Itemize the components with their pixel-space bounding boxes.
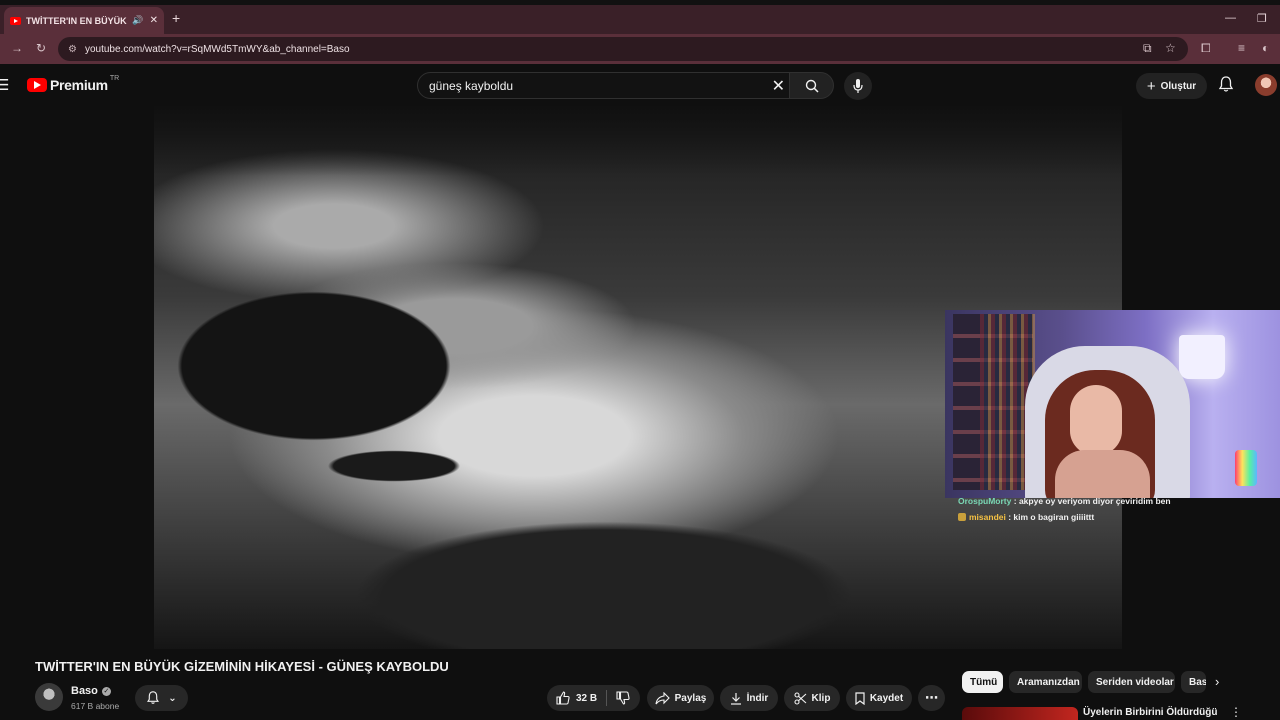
site-settings-icon[interactable]: ⚙ bbox=[68, 44, 77, 55]
subscriber-count: 617 B abone bbox=[71, 701, 120, 711]
restore-icon[interactable]: ❐ bbox=[1257, 12, 1267, 25]
browser-toolbar: → ↻ ⚙ youtube.com/watch?v=rSqMWd5TmWY&ab… bbox=[0, 34, 1280, 64]
thumbs-down-icon bbox=[616, 691, 630, 705]
browser-tab-strip: TWİTTER'IN EN BÜYÜK GİZEMİNİN HİKAYESİ -… bbox=[0, 5, 1280, 34]
webcam-overlay bbox=[945, 310, 1280, 498]
reading-list-icon[interactable]: ≡ bbox=[1238, 41, 1245, 55]
tab-title: TWİTTER'IN EN BÜYÜK GİZEMİNİN HİKAYESİ -… bbox=[26, 15, 128, 26]
channel-avatar[interactable] bbox=[35, 683, 63, 711]
bookmark-icon bbox=[855, 691, 865, 705]
channel-name-text: Baso bbox=[71, 685, 98, 697]
verified-check-icon: ✓ bbox=[101, 686, 111, 696]
chip-all[interactable]: Tümü bbox=[962, 671, 1003, 693]
share-label: Paylaş bbox=[674, 692, 707, 704]
chip-label: Aramanızdan bbox=[1017, 676, 1080, 688]
channel-name[interactable]: Baso ✓ bbox=[71, 685, 111, 697]
more-horizontal-icon: ⋯ bbox=[925, 690, 938, 705]
chip-label: Baso bbox=[1189, 676, 1206, 688]
search-query: güneş kayboldu bbox=[429, 78, 514, 93]
install-app-icon[interactable]: ⧉ bbox=[1143, 41, 1152, 56]
close-tab-icon[interactable]: ✕ bbox=[150, 15, 158, 26]
stream-chat: OrospuMorty : akpye oy veriyom diyor çev… bbox=[958, 493, 1178, 525]
clip-label: Klip bbox=[811, 692, 831, 704]
chat-username: misandei bbox=[969, 512, 1006, 522]
like-dislike-group: 32 B bbox=[547, 685, 640, 711]
video-title: TWİTTER'IN EN BÜYÜK GİZEMİNİN HİKAYESİ -… bbox=[35, 659, 449, 674]
youtube-play-icon bbox=[27, 78, 47, 92]
youtube-favicon-icon bbox=[10, 16, 21, 25]
streamer-body bbox=[1055, 450, 1150, 498]
thumbs-up-icon bbox=[556, 691, 570, 705]
microphone-icon bbox=[853, 79, 863, 93]
share-icon bbox=[655, 691, 670, 704]
download-button[interactable]: İndir bbox=[720, 685, 778, 711]
scissors-icon bbox=[793, 691, 806, 705]
browser-tab-active[interactable]: TWİTTER'IN EN BÜYÜK GİZEMİNİN HİKAYESİ -… bbox=[4, 7, 164, 34]
recommendation-thumbnail[interactable] bbox=[962, 707, 1078, 720]
logo-text: Premium bbox=[50, 77, 108, 93]
streamer-face bbox=[1070, 385, 1122, 455]
menu-icon[interactable]: ☰ bbox=[0, 76, 9, 94]
chevron-down-icon: ⌄ bbox=[168, 692, 177, 704]
address-bar[interactable]: ⚙ youtube.com/watch?v=rSqMWd5TmWY&ab_cha… bbox=[58, 37, 1188, 61]
create-label: Oluştur bbox=[1160, 80, 1197, 92]
lamp bbox=[1179, 335, 1225, 379]
clip-button[interactable]: Klip bbox=[784, 685, 840, 711]
extensions-icon[interactable]: ⧠ bbox=[1201, 41, 1211, 56]
subscription-notifications-button[interactable]: ⌄ bbox=[135, 685, 188, 711]
create-button[interactable]: + Oluştur bbox=[1136, 73, 1207, 99]
minimize-icon[interactable]: — bbox=[1225, 12, 1236, 24]
search-input[interactable]: güneş kayboldu ✕ bbox=[417, 72, 790, 99]
new-tab-icon[interactable]: + bbox=[172, 10, 180, 26]
save-button[interactable]: Kaydet bbox=[846, 685, 912, 711]
search-icon bbox=[805, 79, 819, 93]
plus-icon: + bbox=[1146, 77, 1156, 95]
search-button[interactable] bbox=[789, 72, 834, 99]
rgb-light bbox=[1235, 450, 1257, 486]
bell-icon bbox=[147, 691, 160, 704]
save-label: Kaydet bbox=[869, 692, 904, 704]
chip-from-search[interactable]: Aramanızdan bbox=[1009, 671, 1082, 693]
more-vertical-icon[interactable]: ⋮ bbox=[1230, 705, 1242, 719]
voice-search-button[interactable] bbox=[844, 72, 872, 100]
chat-message: misandei : kim o bagiran giiiittt bbox=[958, 509, 1178, 525]
share-button[interactable]: Paylaş bbox=[647, 685, 714, 711]
url-text: youtube.com/watch?v=rSqMWd5TmWY&ab_chann… bbox=[84, 43, 350, 55]
youtube-premium-logo[interactable]: Premium TR bbox=[27, 74, 120, 93]
download-icon bbox=[730, 692, 741, 705]
chip-label: Tümü bbox=[970, 676, 998, 688]
bell-icon bbox=[1218, 76, 1234, 92]
account-avatar[interactable] bbox=[1255, 74, 1277, 96]
chat-message: OrospuMorty : akpye oy veriyom diyor çev… bbox=[958, 493, 1178, 509]
more-actions-button[interactable]: ⋯ bbox=[918, 685, 945, 711]
forward-icon[interactable]: → bbox=[11, 41, 23, 55]
chevron-right-icon[interactable]: › bbox=[1215, 674, 1219, 689]
recommendation-title[interactable]: Üyelerin Birbirini Öldürdüğü bbox=[1083, 707, 1217, 718]
clear-search-icon[interactable]: ✕ bbox=[772, 76, 785, 96]
download-label: İndir bbox=[746, 692, 769, 704]
like-button[interactable]: 32 B bbox=[547, 685, 606, 711]
youtube-header: ☰ Premium TR güneş kayboldu ✕ + Oluştur bbox=[0, 64, 1280, 106]
country-code: TR bbox=[109, 74, 120, 82]
like-count: 32 B bbox=[576, 692, 598, 704]
chat-text: : kim o bagiran giiiittt bbox=[1008, 512, 1095, 522]
chip-label: Seriden videolar bbox=[1096, 676, 1174, 688]
chat-badge-icon bbox=[958, 513, 966, 521]
chat-username: OrospuMorty bbox=[958, 496, 1012, 506]
dislike-button[interactable] bbox=[607, 685, 639, 711]
profile-icon[interactable]: ◐ bbox=[1262, 41, 1269, 55]
chat-text: : akpye oy veriyom diyor çeviridim ben bbox=[1013, 496, 1171, 506]
speaker-icon[interactable]: 🔊 bbox=[132, 15, 143, 26]
notifications-button[interactable] bbox=[1218, 76, 1234, 93]
chip-from-series[interactable]: Seriden videolar bbox=[1088, 671, 1175, 693]
bookmark-star-icon[interactable]: ☆ bbox=[1165, 41, 1176, 55]
chip-channel[interactable]: Baso bbox=[1181, 671, 1206, 693]
reload-icon[interactable]: ↻ bbox=[36, 41, 46, 55]
